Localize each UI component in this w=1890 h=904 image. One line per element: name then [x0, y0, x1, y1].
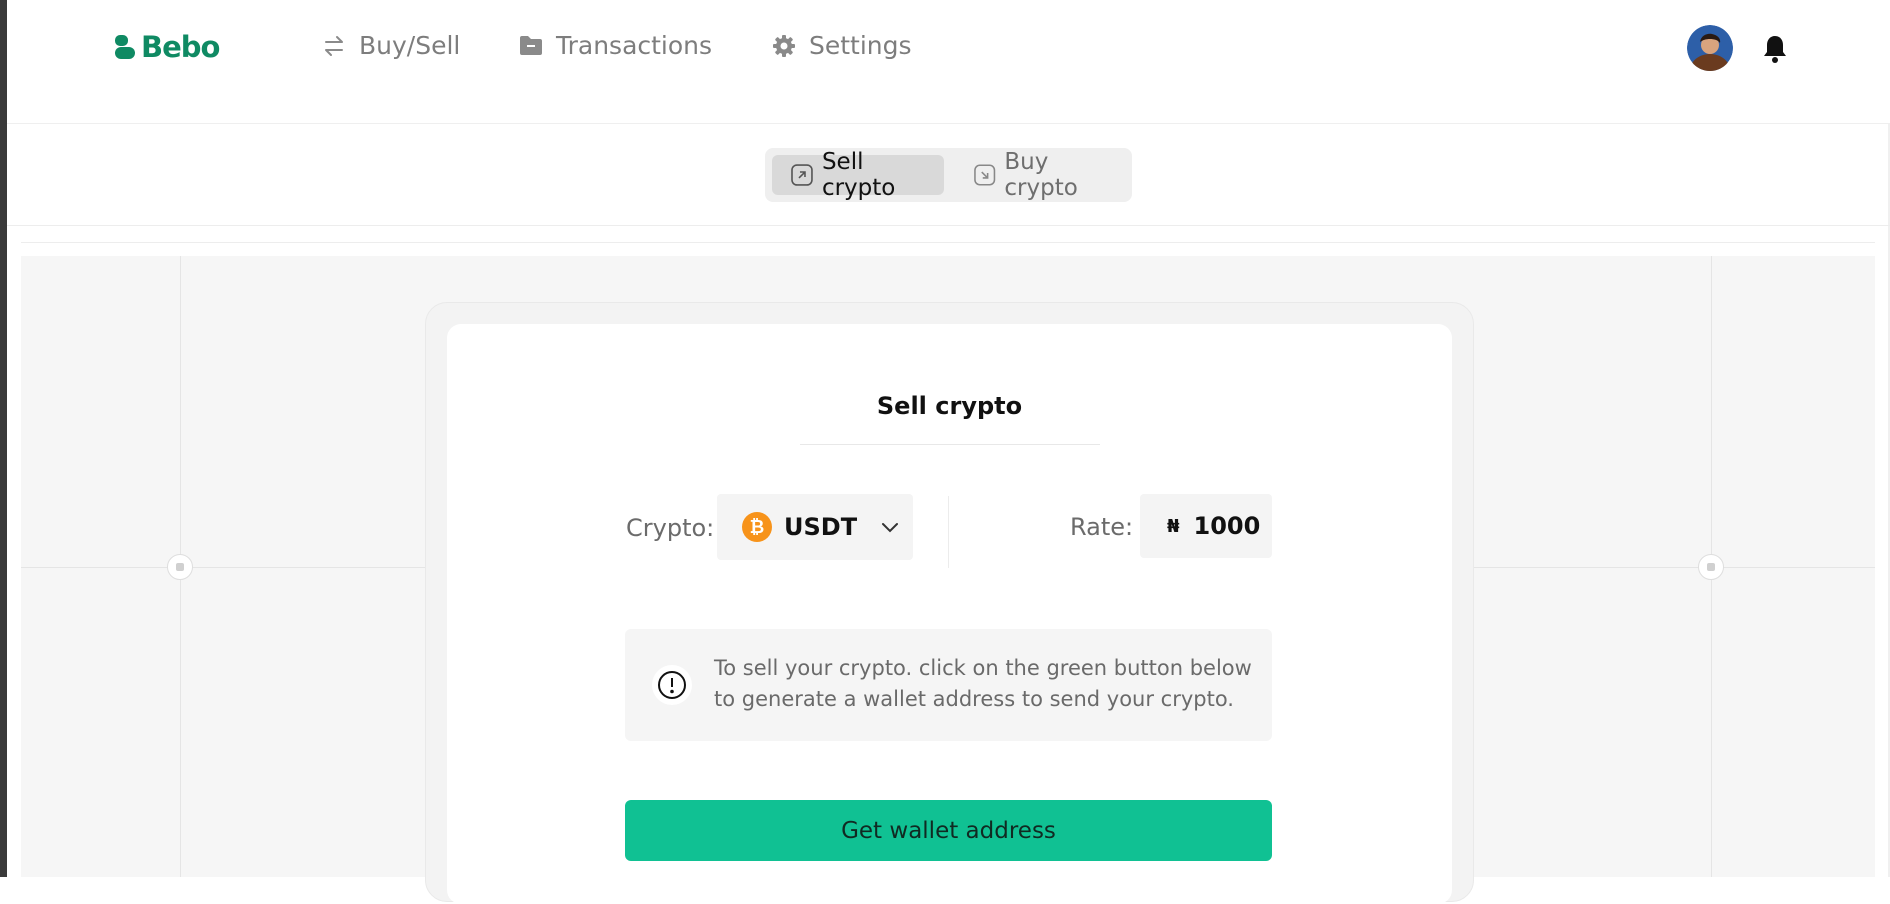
divider — [21, 242, 1875, 243]
title-divider — [800, 444, 1100, 445]
nav-item-settings[interactable]: Settings — [771, 31, 912, 60]
guide-line-horizontal — [1474, 567, 1875, 568]
nav-item-transactions[interactable]: Transactions — [518, 31, 712, 60]
user-avatar[interactable] — [1687, 25, 1733, 71]
arrow-up-right-box-icon — [791, 164, 813, 186]
nav-label-buy-sell: Buy/Sell — [359, 31, 461, 60]
brand-name: Bebo — [141, 30, 220, 64]
nav-label-settings: Settings — [809, 31, 912, 60]
divider — [7, 225, 1890, 226]
bell-icon[interactable] — [1760, 33, 1790, 65]
chevron-down-icon — [882, 523, 899, 533]
naira-currency-icon: ₦ — [1167, 515, 1180, 537]
rate-value: 1000 — [1193, 512, 1261, 540]
sell-buy-toggle: Sell crypto Buy crypto — [765, 148, 1132, 202]
swap-arrows-icon — [325, 35, 343, 56]
gear-icon — [773, 34, 795, 57]
tab-label-buy: Buy crypto — [1004, 149, 1078, 201]
bebo-logo-icon — [115, 35, 135, 59]
resize-handle-right[interactable] — [1698, 554, 1724, 580]
exclamation-circle-icon — [652, 665, 692, 705]
resize-handle-left[interactable] — [167, 554, 193, 580]
tab-sell-crypto[interactable]: Sell crypto — [772, 149, 944, 201]
card-title: Sell crypto — [876, 392, 1023, 420]
top-navigation-bar: Bebo Buy/Sell Transactions Settings — [7, 0, 1890, 124]
info-text: To sell your crypto. click on the green … — [714, 656, 1252, 711]
info-notice: To sell your crypto. click on the green … — [625, 629, 1272, 741]
tab-label-sell: Sell crypto — [821, 149, 896, 201]
crypto-select[interactable]: ₿ USDT — [717, 494, 913, 560]
nav-item-buy-sell[interactable]: Buy/Sell — [321, 31, 460, 60]
rate-value-box: ₦ 1000 — [1140, 494, 1272, 558]
nav-label-transactions: Transactions — [556, 31, 713, 60]
guide-line-horizontal — [21, 567, 426, 568]
window-edge — [0, 0, 7, 877]
tab-buy-crypto[interactable]: Buy crypto — [954, 149, 1126, 201]
brand-logo[interactable]: Bebo — [114, 30, 220, 64]
crypto-label: Crypto: — [626, 514, 715, 542]
get-wallet-address-button[interactable]: Get wallet address — [625, 800, 1272, 861]
crypto-selected-value: USDT — [784, 513, 858, 541]
bitcoin-coin-icon: ₿ — [742, 512, 772, 542]
field-separator — [948, 496, 949, 568]
sell-crypto-card: Sell crypto Crypto: ₿ USDT Rate: ₦ 1000 … — [447, 324, 1452, 904]
folder-icon — [520, 35, 542, 55]
avatar-image — [1687, 25, 1733, 71]
rate-label: Rate: — [1070, 513, 1134, 541]
arrow-down-right-box-icon — [974, 164, 996, 186]
